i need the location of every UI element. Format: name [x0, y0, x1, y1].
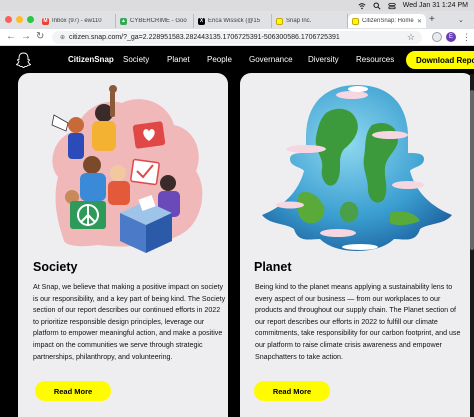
planet-illustration — [262, 85, 452, 251]
site-info-icon[interactable]: ⊕ — [60, 34, 65, 41]
new-tab-button[interactable]: + — [429, 15, 435, 25]
wifi-icon[interactable] — [358, 2, 366, 10]
read-more-button[interactable]: Read More — [254, 381, 330, 401]
nav-resources[interactable]: Resources — [356, 55, 394, 64]
window-controls — [5, 16, 34, 23]
society-card: Society At Snap, we believe that making … — [18, 73, 228, 417]
peace-sign — [70, 201, 106, 229]
bookmark-star-icon[interactable]: ☆ — [407, 32, 415, 43]
menu-bar: Wed Jan 31 1:24 PM — [0, 0, 474, 11]
card-title: Society — [33, 260, 78, 274]
snap-ghost-icon[interactable] — [16, 52, 31, 68]
extension-icon[interactable] — [432, 32, 442, 42]
ghost-globe — [262, 85, 452, 251]
site-header: CitizenSnap Society Planet People Govern… — [0, 46, 474, 74]
url-text: citizen.snap.com/?_ga=2.228951583.282443… — [69, 34, 340, 41]
google-drive-icon: ▲ — [120, 17, 127, 25]
address-bar[interactable]: ⊕ citizen.snap.com/?_ga=2.228951583.2824… — [52, 31, 422, 44]
tab-inbox[interactable]: M Inbox (97) - ew110 — [38, 14, 116, 28]
heart-sign — [132, 121, 166, 149]
society-illustration — [51, 85, 203, 253]
profile-avatar[interactable]: E — [446, 32, 456, 42]
tab-snap-inc[interactable]: Snap Inc. — [272, 14, 348, 28]
nav-planet[interactable]: Planet — [167, 55, 190, 64]
tab-cybercrime[interactable]: ▲ CYBERCRIME - Goo — [116, 14, 194, 28]
tab-citizensnap-home[interactable]: CitizenSnap: Home ✕ — [348, 14, 426, 28]
scrollbar-thumb[interactable] — [470, 90, 474, 250]
card-title: Planet — [254, 260, 292, 274]
brand-name[interactable]: CitizenSnap — [68, 55, 114, 64]
download-report-button[interactable]: Download Report — [406, 51, 474, 69]
tab-search-chevron-icon[interactable]: ⌄ — [458, 16, 464, 24]
snap-icon — [352, 17, 359, 25]
control-center-icon[interactable] — [388, 2, 396, 10]
maximize-window-button[interactable] — [27, 16, 34, 23]
search-icon[interactable] — [373, 1, 381, 10]
card-description: Being kind to the planet means applying … — [255, 283, 461, 361]
tab-erica-wissick[interactable]: X Erica Wissick (@15 — [194, 14, 272, 28]
close-window-button[interactable] — [5, 16, 12, 23]
browser-toolbar: ← → ↻ ⊕ citizen.snap.com/?_ga=2.22895158… — [0, 29, 474, 46]
planet-card: Planet Being kind to the planet means ap… — [240, 73, 474, 417]
nav-diversity[interactable]: Diversity — [308, 55, 339, 64]
nav-society[interactable]: Society — [123, 55, 149, 64]
browser-menu-icon[interactable]: ⋮ — [462, 32, 471, 42]
close-tab-icon[interactable]: ✕ — [417, 18, 422, 25]
date-time[interactable]: Wed Jan 31 1:24 PM — [403, 2, 468, 9]
snap-icon — [276, 17, 283, 25]
checkbox-sign — [130, 158, 160, 186]
nav-people[interactable]: People — [207, 55, 232, 64]
card-description: At Snap, we believe that making a positi… — [33, 283, 226, 361]
nav-governance[interactable]: Governance — [249, 55, 293, 64]
read-more-button[interactable]: Read More — [35, 381, 111, 401]
x-icon: X — [198, 17, 205, 25]
reload-icon[interactable]: ↻ — [36, 32, 44, 42]
forward-arrow-icon[interactable]: → — [21, 32, 31, 42]
minimize-window-button[interactable] — [16, 16, 23, 23]
gmail-icon: M — [42, 17, 49, 25]
tab-strip: M Inbox (97) - ew110 ▲ CYBERCRIME - Goo … — [0, 11, 474, 29]
back-arrow-icon[interactable]: ← — [6, 32, 16, 42]
